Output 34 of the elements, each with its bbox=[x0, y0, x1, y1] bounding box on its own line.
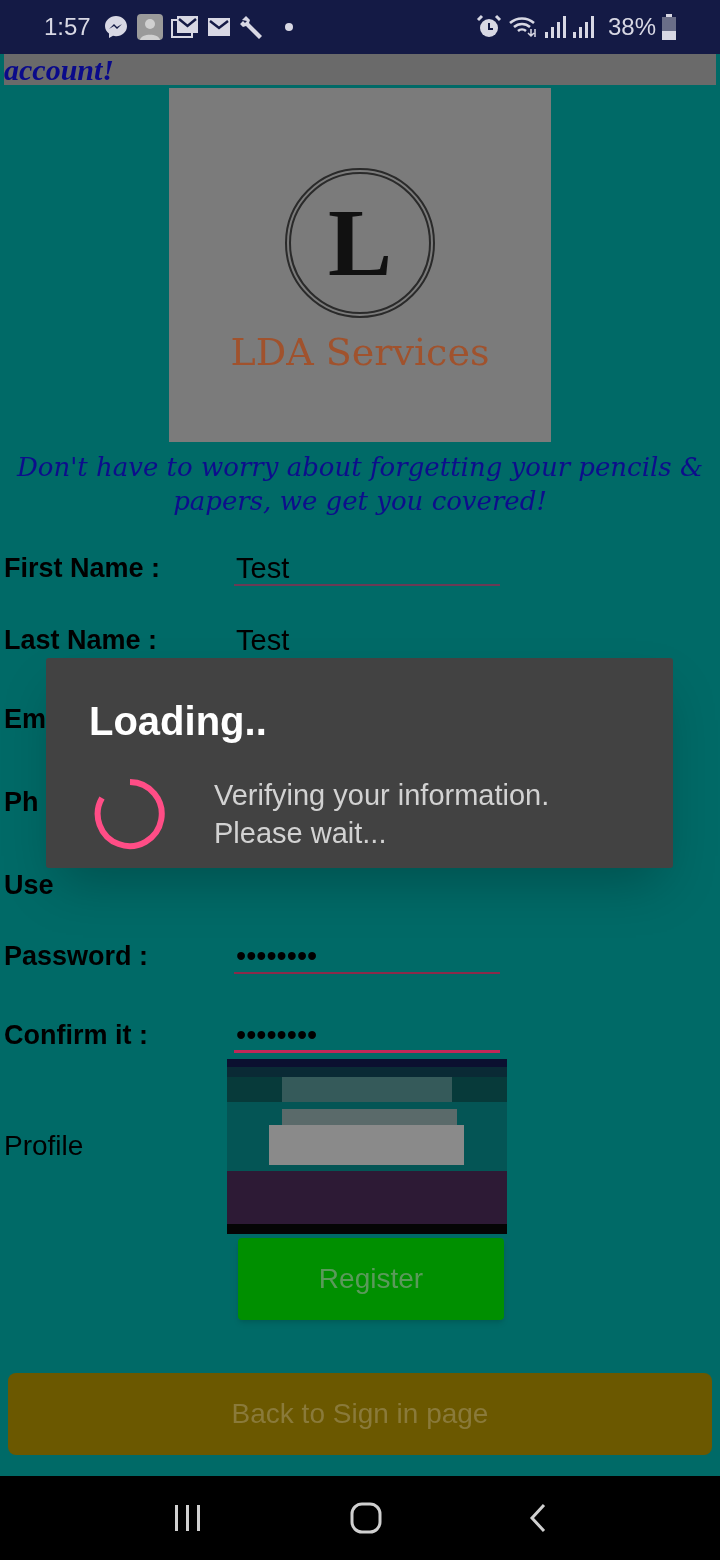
dialog-message: Verifying your information. Please wait... bbox=[214, 778, 550, 851]
wifi-icon bbox=[507, 15, 538, 39]
tagline: Don't have to worry about forgetting your pencils & papers, we get you covered! bbox=[15, 451, 705, 518]
chat-bubble-icon bbox=[102, 14, 129, 40]
input-field[interactable]: Test bbox=[234, 624, 500, 658]
logo-name: LDA Services bbox=[230, 330, 490, 374]
password-field[interactable]: •••••••• bbox=[234, 940, 500, 974]
header-title: account! bbox=[4, 54, 114, 85]
field-label: Ph bbox=[4, 787, 39, 817]
input-field[interactable]: Test bbox=[234, 552, 500, 586]
field-label: Confirm it : bbox=[4, 1020, 148, 1050]
dialog-title: Loading.. bbox=[89, 698, 267, 745]
signal-icon bbox=[571, 15, 594, 39]
loading-spinner-icon bbox=[94, 778, 166, 850]
battery-percent: 38% bbox=[607, 12, 656, 42]
field-label: Password : bbox=[4, 941, 149, 971]
field-label: Last Name : bbox=[4, 625, 158, 655]
profile-label: Profile bbox=[3, 1129, 85, 1163]
field-label: Em bbox=[4, 704, 47, 734]
wrench-icon bbox=[238, 14, 265, 40]
field-label: Use bbox=[4, 870, 54, 900]
alarm-icon bbox=[475, 14, 502, 40]
avatar-icon bbox=[136, 14, 163, 40]
field-label: First Name : bbox=[4, 553, 161, 583]
dot-icon bbox=[284, 23, 293, 31]
home-icon[interactable] bbox=[350, 1502, 382, 1534]
password-field[interactable]: •••••••• bbox=[234, 1019, 500, 1053]
mail-stack-icon bbox=[170, 15, 199, 39]
battery-icon bbox=[662, 14, 676, 40]
back-icon[interactable] bbox=[528, 1503, 547, 1533]
mail-icon bbox=[206, 17, 231, 37]
signal-icon bbox=[543, 15, 566, 39]
logo-letter: L bbox=[328, 195, 392, 291]
status-time: 1:57 bbox=[44, 12, 91, 42]
